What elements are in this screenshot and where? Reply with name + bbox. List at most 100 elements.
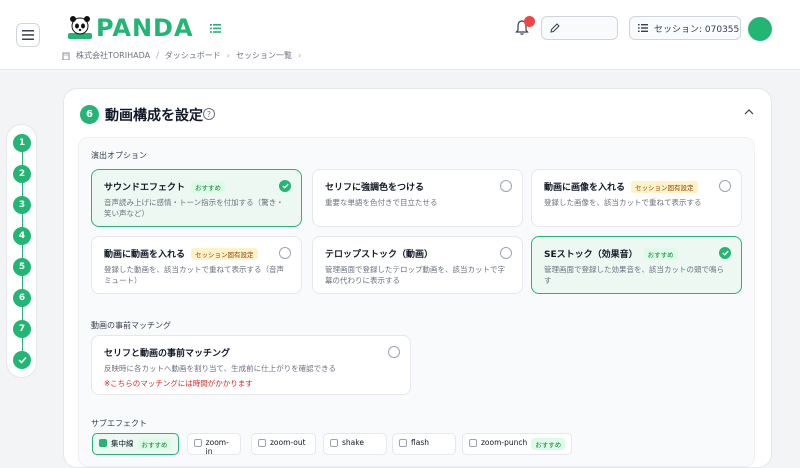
menu-button[interactable] [16,23,40,47]
check-icon [281,183,289,189]
warning-text: ※こちらのマッチングには時間がかかります [104,378,253,388]
radio-unchecked[interactable] [279,247,291,259]
option-title-row: セリフに強調色をつける [325,180,510,193]
step-6[interactable]: 6 [13,289,31,307]
radio-unchecked[interactable] [719,180,731,192]
option-sound-effect[interactable]: サウンドエフェクト おすすめ 音声読み上げに感情・トーン指示を付加する（驚き・笑… [91,169,302,227]
notification-dot [524,16,535,27]
checkbox-unchecked[interactable] [399,439,407,447]
option-description: 管理画面で登録した効果音を、該当カットの頭で鳴らす [544,265,724,285]
sub-effect-concentration-lines[interactable]: 集中線 おすすめ [92,433,179,455]
checkbox-checked[interactable] [99,439,107,447]
breadcrumb-company[interactable]: 株式会社TORIHADA [76,50,150,61]
matching-label: 動画の事前マッチング [91,321,171,330]
chip-label: 集中線 [111,439,134,448]
step-complete[interactable] [13,351,31,369]
chip-label: zoom-punch [481,438,528,447]
checkbox-unchecked[interactable] [258,439,266,447]
session-selector[interactable]: セッション: 070355 [629,16,741,40]
breadcrumb-separator: › [298,51,302,60]
option-title: セリフと動画の事前マッチング [104,349,231,359]
logo-text: PANDA [96,14,194,42]
option-description: 重要な単語を色付きで目立たせる [325,198,438,207]
session-setting-badge: セッション固有設定 [191,247,258,260]
sub-effect-zoom-in[interactable]: zoom-in [187,433,241,456]
checkbox-unchecked[interactable] [469,439,477,447]
breadcrumb-separator: / [156,51,159,60]
building-icon [62,52,70,60]
avatar[interactable] [748,17,772,41]
option-insert-video[interactable]: 動画に動画を入れる セッション固有設定 登録した動画を、該当カットで重ねて表示す… [91,236,302,294]
option-title: セリフに強調色をつける [325,183,425,193]
option-title: 動画に画像を入れる [544,183,626,193]
option-description: 登録した画像を、該当カットで重ねて表示する [544,198,702,207]
options-label: 演出オプション [91,151,147,160]
option-title-row: 動画に画像を入れる セッション固有設定 [544,180,729,193]
radio-unchecked[interactable] [500,180,512,192]
step-2[interactable]: 2 [13,165,31,183]
session-setting-badge: セッション固有設定 [631,180,698,193]
chip-label: zoom-out [270,438,306,447]
option-title: テロップストック（動画） [325,250,434,260]
chip-label: shake [342,438,364,447]
help-icon[interactable]: ? [203,108,215,120]
option-title-row: サウンドエフェクト おすすめ [104,180,289,193]
list-icon [638,24,648,32]
option-description: 管理画面で登録したテロップ動画を、該当カットで字幕の代わりに表示する [325,265,505,285]
breadcrumb-separator: › [226,51,230,60]
check-icon [17,356,27,364]
option-description: 反映時に各カットへ動画を割り当て、生成前に仕上がりを確認できる [104,364,336,373]
sub-effects-label: サブエフェクト [91,419,147,428]
pencil-icon [550,23,560,33]
step-navigator: 1 2 3 4 5 6 7 [6,124,37,378]
option-title-row: テロップストック（動画） [325,247,510,260]
checkbox-unchecked[interactable] [194,439,202,447]
check-icon [721,250,729,256]
section-number: 6 [80,105,99,124]
sub-effect-zoom-out[interactable]: zoom-out [251,433,316,455]
radio-unchecked[interactable] [388,346,400,358]
chevron-up-icon[interactable] [744,109,754,115]
chip-label: zoom-in [205,438,229,456]
breadcrumb-dashboard[interactable]: ダッシュボード [165,50,221,61]
top-bar: PANDA 株式会社TORIHADA / ダッシュボード › セッション一覧 › [0,0,800,70]
recommended-badge: おすすめ [191,180,226,193]
step-3[interactable]: 3 [13,196,31,214]
recommended-badge: おすすめ [137,438,172,450]
recommended-badge: おすすめ [643,247,678,260]
option-title-row: SEストック（効果音） おすすめ [544,247,729,260]
option-description: 登録した動画を、該当カットで重ねて表示する（音声ミュート） [104,265,284,285]
step-5[interactable]: 5 [13,258,31,276]
radio-checked[interactable] [279,180,291,192]
option-se-stock[interactable]: SEストック（効果音） おすすめ 管理画面で登録した効果音を、該当カットの頭で鳴… [531,236,742,294]
sub-effect-flash[interactable]: flash [392,433,456,455]
radio-unchecked[interactable] [500,247,512,259]
option-description: 音声読み上げに感情・トーン指示を付加する（驚き・笑い声など） [104,198,284,218]
checkbox-unchecked[interactable] [330,439,338,447]
section-title: 動画構成を設定 [105,108,203,124]
session-label: セッション: 070355 [654,24,740,35]
radio-checked[interactable] [719,247,731,259]
list-icon[interactable] [209,23,221,33]
step-1[interactable]: 1 [13,134,31,152]
option-title-row: 動画に動画を入れる セッション固有設定 [104,247,289,260]
chip-label: flash [411,438,429,447]
breadcrumb: 株式会社TORIHADA / ダッシュボード › セッション一覧 › [62,50,301,61]
panda-icon [68,16,92,39]
edit-field[interactable] [541,16,618,40]
logo[interactable]: PANDA [68,14,221,42]
option-highlight-color[interactable]: セリフに強調色をつける 重要な単語を色付きで目立たせる [312,169,523,227]
option-insert-image[interactable]: 動画に画像を入れる セッション固有設定 登録した画像を、該当カットで重ねて表示す… [531,169,742,227]
sub-effect-zoom-punch[interactable]: zoom-punch おすすめ [462,433,573,455]
sub-effect-shake[interactable]: shake [323,433,387,455]
option-telop-stock[interactable]: テロップストック（動画） 管理画面で登録したテロップ動画を、該当カットで字幕の代… [312,236,523,294]
option-title: サウンドエフェクト [104,183,186,193]
option-title: SEストック（効果音） [544,250,638,260]
option-title: 動画に動画を入れる [104,250,186,260]
breadcrumb-sessions[interactable]: セッション一覧 [236,50,292,61]
option-pre-matching[interactable]: セリフと動画の事前マッチング 反映時に各カットへ動画を割り当て、生成前に仕上がり… [91,335,411,395]
step-4[interactable]: 4 [13,227,31,245]
options-panel: 演出オプション サウンドエフェクト おすすめ 音声読み上げに感情・トーン指示を付… [78,137,755,467]
step-7[interactable]: 7 [13,320,31,338]
option-title-row: セリフと動画の事前マッチング [104,346,398,359]
